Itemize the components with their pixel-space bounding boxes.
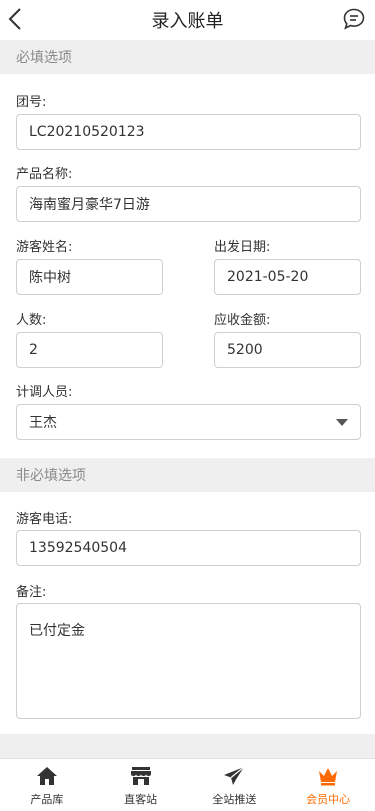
guest-name-input[interactable]: 陈中树 bbox=[16, 259, 163, 295]
bottom-spacer bbox=[0, 734, 375, 758]
guest-phone-value: 13592540504 bbox=[29, 540, 127, 556]
people-count-value: 2 bbox=[29, 342, 38, 358]
store-icon bbox=[130, 765, 152, 787]
chat-bubble-icon bbox=[343, 8, 365, 30]
coordinator-value: 王杰 bbox=[29, 415, 57, 431]
tab-direct-store[interactable]: 直客站 bbox=[94, 759, 188, 811]
people-count-label: 人数: bbox=[16, 313, 47, 328]
product-name-value: 海南蜜月豪华7日游 bbox=[29, 197, 150, 213]
guest-name-label: 游客姓名: bbox=[16, 240, 73, 255]
guest-phone-input[interactable]: 13592540504 bbox=[16, 530, 361, 566]
tab-label: 会员中心 bbox=[306, 793, 351, 806]
tab-site-push[interactable]: 全站推送 bbox=[188, 759, 282, 811]
guest-phone-label: 游客电话: bbox=[16, 512, 73, 527]
home-icon bbox=[36, 765, 58, 787]
crown-icon bbox=[317, 765, 339, 787]
tab-member-center[interactable]: 会员中心 bbox=[281, 759, 375, 811]
receivable-amount-label: 应收金额: bbox=[214, 313, 271, 328]
dropdown-arrow-icon bbox=[336, 419, 348, 426]
optional-section-title: 非必填选项 bbox=[16, 468, 86, 484]
required-section-title: 必填选项 bbox=[16, 50, 72, 66]
remark-value: 已付定金 bbox=[29, 623, 85, 639]
product-name-input[interactable]: 海南蜜月豪华7日游 bbox=[16, 186, 361, 222]
coordinator-select[interactable]: 王杰 bbox=[16, 404, 361, 440]
remark-label: 备注: bbox=[16, 585, 47, 600]
departure-date-input[interactable]: 2021-05-20 bbox=[214, 259, 361, 295]
message-button[interactable] bbox=[341, 6, 367, 32]
tab-label: 产品库 bbox=[30, 793, 64, 806]
product-name-label: 产品名称: bbox=[16, 167, 73, 182]
chevron-left-icon bbox=[8, 8, 21, 30]
coordinator-label: 计调人员: bbox=[16, 385, 73, 400]
page-title: 录入账单 bbox=[151, 11, 224, 32]
group-no-input[interactable]: LC20210520123 bbox=[16, 114, 361, 150]
guest-name-value: 陈中树 bbox=[29, 270, 71, 286]
receivable-amount-value: 5200 bbox=[227, 342, 263, 358]
remark-textarea[interactable]: 已付定金 bbox=[16, 603, 361, 719]
tab-label: 全站推送 bbox=[212, 793, 257, 806]
tab-product-library[interactable]: 产品库 bbox=[0, 759, 94, 811]
group-no-label: 团号: bbox=[16, 95, 47, 110]
departure-date-label: 出发日期: bbox=[214, 240, 271, 255]
people-count-input[interactable]: 2 bbox=[16, 332, 163, 368]
bottom-tab-bar: 产品库 直客站 全站推送 会员中心 bbox=[0, 758, 375, 811]
app-header: 录入账单 bbox=[0, 0, 375, 40]
back-button[interactable] bbox=[4, 4, 26, 34]
group-no-value: LC20210520123 bbox=[29, 124, 145, 140]
required-section-header: 必填选项 bbox=[0, 40, 375, 74]
departure-date-value: 2021-05-20 bbox=[227, 269, 309, 285]
optional-section-header: 非必填选项 bbox=[0, 458, 375, 492]
send-icon bbox=[223, 765, 245, 787]
tab-label: 直客站 bbox=[124, 793, 158, 806]
receivable-amount-input[interactable]: 5200 bbox=[214, 332, 361, 368]
